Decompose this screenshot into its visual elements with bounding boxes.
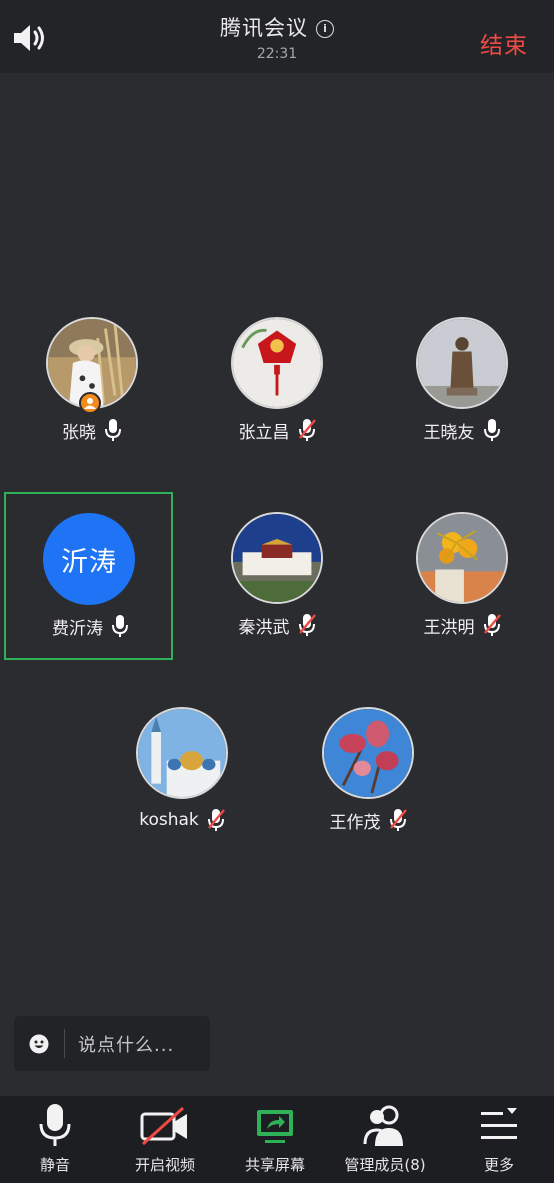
mute-label: 静音 bbox=[39, 1156, 70, 1174]
participant-name: 王作茂 bbox=[329, 812, 381, 833]
participant-avatar bbox=[322, 707, 414, 799]
chat-divider bbox=[64, 1029, 65, 1058]
participant-tile[interactable]: 王作茂 bbox=[276, 686, 460, 852]
participant-tile[interactable]: 张立昌 bbox=[185, 296, 369, 462]
participant-avatar bbox=[416, 512, 508, 604]
participant-name: 王洪明 bbox=[423, 617, 475, 638]
participant-avatar bbox=[136, 707, 228, 799]
start-video-button[interactable]: 开启视频 bbox=[110, 1096, 220, 1183]
share-screen-button[interactable]: 共享屏幕 bbox=[220, 1096, 330, 1183]
mic-muted-icon bbox=[389, 809, 407, 831]
bottom-toolbar: 静音 开启视频 共享屏幕 管理成员(8) 更多 bbox=[0, 1096, 554, 1183]
participant-avatar-text: 沂涛 bbox=[43, 513, 135, 605]
meeting-time: 22:31 bbox=[256, 46, 298, 62]
mic-muted-icon bbox=[207, 809, 225, 831]
participant-tile[interactable]: koshak bbox=[90, 686, 274, 852]
members-icon bbox=[363, 1105, 403, 1146]
info-icon[interactable]: i bbox=[316, 20, 334, 38]
mic-muted-icon bbox=[298, 614, 316, 636]
emoji-icon[interactable] bbox=[29, 1034, 49, 1054]
start-video-label: 开启视频 bbox=[134, 1156, 195, 1174]
participant-name: 张晓 bbox=[62, 422, 96, 443]
share-screen-label: 共享屏幕 bbox=[244, 1156, 305, 1174]
participant-name: 秦洪武 bbox=[238, 617, 290, 638]
participant-name: 费沂涛 bbox=[52, 618, 103, 639]
participant-name: koshak bbox=[139, 810, 199, 830]
participant-avatar bbox=[231, 512, 323, 604]
participant-tile[interactable]: 王晓友 bbox=[370, 296, 554, 462]
participant-avatar bbox=[231, 317, 323, 409]
mic-on-icon bbox=[112, 615, 128, 637]
mic-on-icon bbox=[105, 419, 121, 441]
mic-on-icon bbox=[483, 419, 500, 441]
participant-tile[interactable]: 王洪明 bbox=[370, 491, 554, 657]
participant-tile[interactable]: 张晓 bbox=[0, 296, 184, 462]
participant-name: 张立昌 bbox=[238, 422, 290, 443]
share-screen-icon bbox=[257, 1110, 293, 1143]
mute-button[interactable]: 静音 bbox=[0, 1096, 110, 1183]
top-bar: 腾讯会议 i 22:31 结束 bbox=[0, 0, 554, 73]
manage-members-label: 管理成员(8) bbox=[344, 1156, 426, 1174]
participant-tile[interactable]: 秦洪武 bbox=[185, 491, 369, 657]
chat-input[interactable]: 说点什么... bbox=[14, 1016, 210, 1071]
manage-members-button[interactable]: 管理成员(8) bbox=[330, 1096, 440, 1183]
end-meeting-button[interactable]: 结束 bbox=[480, 26, 528, 60]
chat-placeholder: 说点什么... bbox=[78, 1035, 175, 1056]
microphone-icon bbox=[39, 1104, 71, 1146]
participant-name: 王晓友 bbox=[423, 422, 475, 443]
meeting-title[interactable]: 腾讯会议 bbox=[220, 16, 308, 40]
participant-tile-selected[interactable]: 沂涛 费沂涛 bbox=[4, 492, 173, 660]
more-menu-icon bbox=[481, 1108, 517, 1139]
mic-muted-icon bbox=[483, 614, 501, 636]
participant-avatar bbox=[416, 317, 508, 409]
more-label: 更多 bbox=[483, 1156, 514, 1174]
video-off-icon bbox=[140, 1106, 187, 1146]
host-badge-icon bbox=[79, 392, 101, 414]
more-button[interactable]: 更多 bbox=[444, 1096, 554, 1183]
mic-muted-icon bbox=[298, 419, 316, 441]
